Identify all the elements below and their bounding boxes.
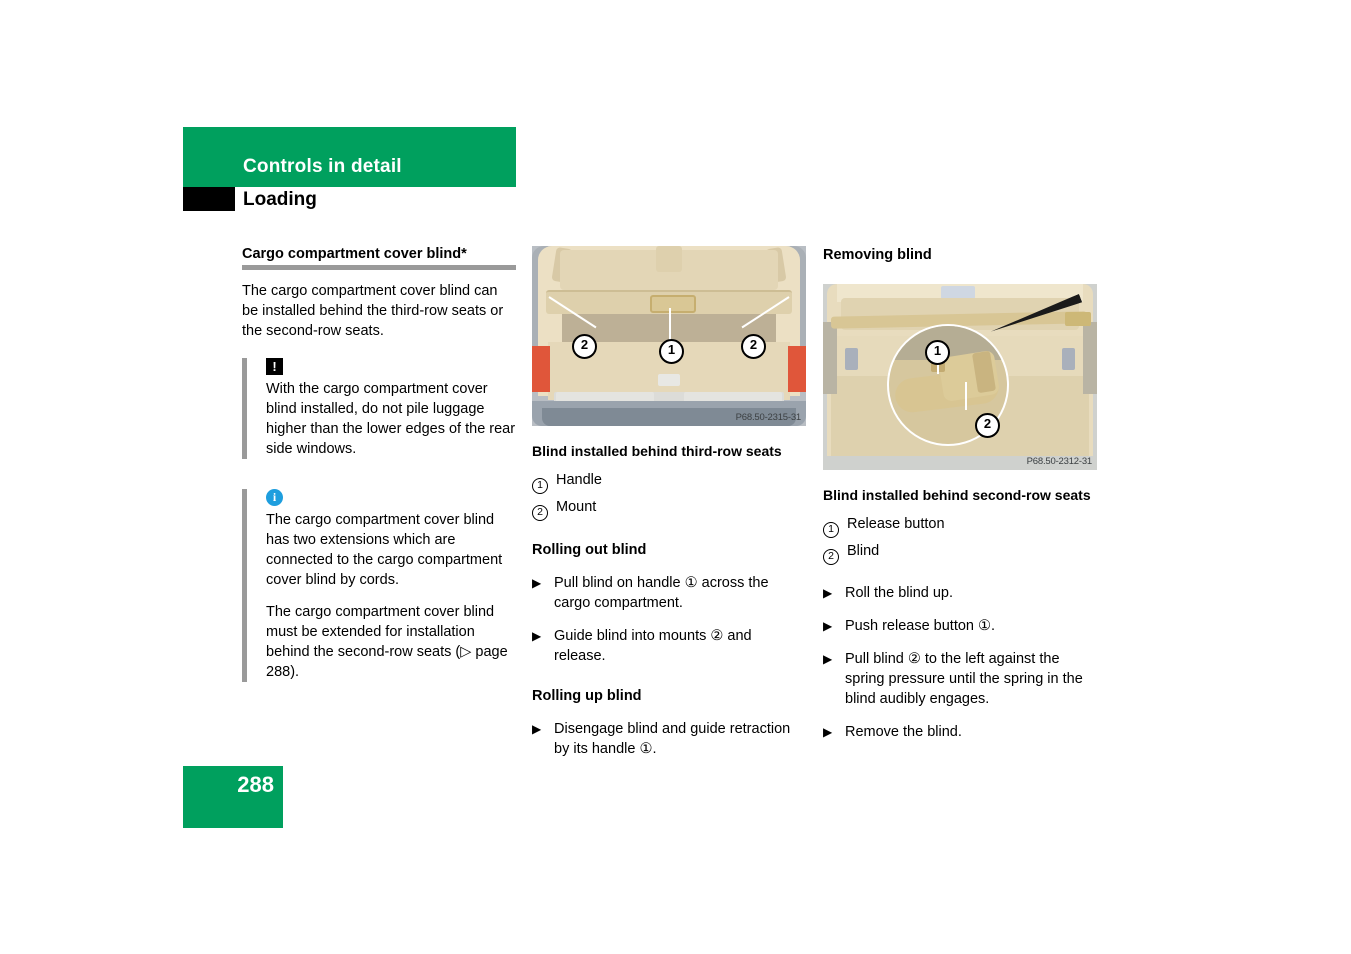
- step-text: Pull blind on handle ① across the cargo …: [554, 575, 769, 611]
- figure-caption: Blind installed behind second-row seats: [823, 487, 1091, 503]
- intro-paragraph: The cargo compartment cover blind can be…: [242, 283, 504, 339]
- warning-note-body: ! With the cargo compartment cover blind…: [266, 358, 516, 459]
- exclamation-icon: !: [266, 358, 283, 375]
- step-text: Remove the blind.: [845, 724, 962, 740]
- right-column: Removing blind 1 2 P68.50-2312-31 Blind …: [823, 246, 1097, 742]
- figure-latch-left: [845, 348, 858, 370]
- header-green-bar: Controls in detail: [183, 127, 516, 187]
- warning-note: ! With the cargo compartment cover blind…: [242, 358, 516, 459]
- circled-number: 2: [532, 505, 548, 521]
- circled-number: 1: [532, 478, 548, 494]
- section-title: Loading: [243, 189, 317, 210]
- legend-label-2: Mount: [556, 499, 597, 515]
- step-text: Roll the blind up.: [845, 585, 954, 601]
- figure-marker-2-left: 2: [572, 334, 597, 359]
- step-text: Disengage blind and guide retraction by …: [554, 721, 791, 757]
- left-column: Cargo compartment cover blind* The cargo…: [242, 246, 516, 682]
- info-note-paragraph-1: The cargo compartment cover blind has tw…: [266, 512, 503, 588]
- bullet-arrow-icon: ▶: [823, 586, 833, 600]
- figure-second-row-blind: 1 2 P68.50-2312-31: [823, 284, 1097, 470]
- legend-number-2: 2: [532, 500, 548, 521]
- legend-number-1: 1: [823, 517, 839, 538]
- subheading-rolling-up: Rolling up blind: [532, 688, 642, 704]
- legend-item-1: 1 Release button: [823, 515, 1097, 538]
- bullet-arrow-icon: ▶: [532, 576, 542, 590]
- step-item: ▶ Disengage blind and guide retraction b…: [532, 719, 806, 759]
- circled-number: 1: [823, 522, 839, 538]
- bullet-arrow-icon: ▶: [532, 722, 542, 736]
- topic-heading: Cargo compartment cover blind*: [242, 246, 467, 262]
- figure-caption: Blind installed behind third-row seats: [532, 443, 782, 459]
- figure-latch-right: [1062, 348, 1075, 370]
- leader-line-center: [669, 308, 671, 342]
- legend-item-2: 2 Mount: [532, 498, 806, 521]
- step-item: ▶ Roll the blind up.: [823, 583, 1097, 603]
- legend-number-2: 2: [823, 544, 839, 565]
- figure-reference-number: P68.50-2312-31: [1026, 456, 1093, 467]
- subheading-rolling-out: Rolling out blind: [532, 542, 647, 558]
- legend-number-1: 1: [532, 473, 548, 494]
- bullet-arrow-icon: ▶: [823, 725, 833, 739]
- heading-rule: [242, 265, 516, 270]
- info-note-body: i The cargo compartment cover blind has …: [266, 489, 516, 682]
- info-note-paragraph-2: The cargo compartment cover blind must b…: [266, 604, 508, 680]
- removing-blind-heading: Removing blind: [823, 247, 932, 263]
- step-item: ▶ Pull blind on handle ① across the carg…: [532, 573, 806, 613]
- figure-marker-2: 2: [975, 413, 1000, 438]
- figure-pillar-right: [1083, 322, 1097, 394]
- middle-column: 2 1 2 P68.50-2315-31 Blind installed beh…: [532, 246, 806, 759]
- step-item: ▶ Pull blind ② to the left against the s…: [823, 649, 1097, 709]
- figure-taillight-left: [532, 346, 550, 392]
- legend-item-2: 2 Blind: [823, 542, 1097, 565]
- figure-blind-end-cap: [1065, 312, 1091, 326]
- warning-note-text: With the cargo compartment cover blind i…: [266, 381, 516, 457]
- circled-number: 2: [823, 549, 839, 565]
- bullet-arrow-icon: ▶: [532, 629, 542, 643]
- note-rule-warning: [242, 358, 247, 459]
- figure-marker-2-right: 2: [741, 334, 766, 359]
- figure-taillight-right: [788, 346, 806, 392]
- page-number: 288: [237, 772, 274, 797]
- footer-page-block: 288: [183, 766, 283, 828]
- bullet-arrow-icon: ▶: [823, 619, 833, 633]
- step-item: ▶ Guide blind into mounts ② and release.: [532, 626, 806, 666]
- legend-item-1: 1 Handle: [532, 471, 806, 494]
- step-item: ▶ Remove the blind.: [823, 722, 1097, 742]
- header-black-tab: [183, 187, 235, 211]
- step-text: Push release button ①.: [845, 618, 996, 634]
- legend-label-1: Release button: [847, 516, 945, 532]
- figure-reference-number: P68.50-2315-31: [735, 412, 802, 423]
- info-icon: i: [266, 489, 283, 506]
- figure-third-row-blind: 2 1 2 P68.50-2315-31: [532, 246, 806, 426]
- figure-latch: [658, 374, 680, 386]
- note-rule-info: [242, 489, 247, 682]
- bullet-arrow-icon: ▶: [823, 652, 833, 666]
- step-item: ▶ Push release button ①.: [823, 616, 1097, 636]
- figure-marker-1-center: 1: [659, 339, 684, 364]
- inset-leader-2: [965, 382, 967, 410]
- figure-pillar-left: [823, 322, 837, 394]
- step-text: Pull blind ② to the left against the spr…: [845, 651, 1083, 707]
- figure-center-headrest: [656, 246, 682, 272]
- legend-label-2: Blind: [847, 543, 880, 559]
- step-text: Guide blind into mounts ② and release.: [554, 628, 752, 664]
- legend-label-1: Handle: [556, 472, 602, 488]
- info-note: i The cargo compartment cover blind has …: [242, 489, 516, 682]
- chapter-title: Controls in detail: [243, 156, 402, 177]
- figure-marker-1: 1: [925, 340, 950, 365]
- figure-blind-handle: [650, 295, 696, 313]
